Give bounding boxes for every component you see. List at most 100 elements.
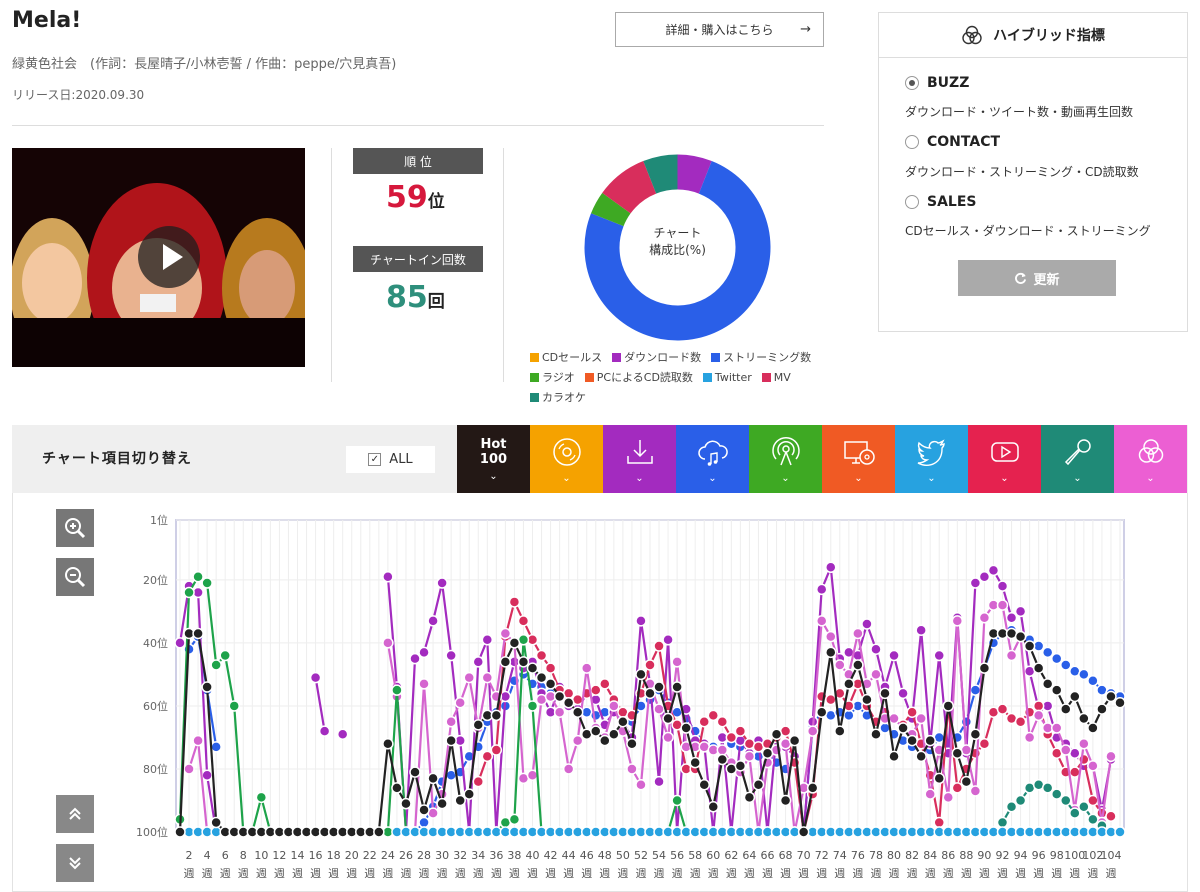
x-tick-unit: 週 [1105,867,1116,880]
data-point [472,719,485,731]
video-thumbnail[interactable] [12,148,305,367]
legend-label: カラオケ [542,391,586,404]
data-point [852,627,864,640]
radio-button[interactable] [905,135,919,149]
data-point [752,778,765,791]
data-point [1078,712,1090,725]
x-tick-label: 42 [544,849,558,862]
all-checkbox[interactable]: ✓ ALL [346,446,435,473]
refresh-button[interactable]: 更新 [958,260,1116,296]
y-tick-label: 80位 [143,762,168,776]
legend-swatch [612,352,622,362]
tab-streaming[interactable]: ⌄ [676,425,749,493]
x-tick-label: 82 [905,849,919,862]
data-point [870,668,882,681]
x-tick-unit: 週 [328,867,339,880]
data-point [951,782,964,794]
data-point [825,693,837,706]
data-point [951,747,964,759]
data-point [580,662,593,674]
x-tick-unit: 週 [184,867,195,880]
tab-download[interactable]: ⌄ [603,425,676,493]
x-tick-unit: 週 [346,867,357,880]
data-point [210,741,222,753]
x-tick-unit: 週 [274,867,285,880]
radio-buzz[interactable]: BUZZ [905,75,969,91]
tab-mv[interactable]: ⌄ [968,425,1041,493]
radio-sales[interactable]: SALES [905,194,977,210]
video-play-icon [990,441,1019,462]
x-tick-label: 30 [435,849,449,862]
chevron-down-icon: ⌄ [708,472,717,484]
data-point [779,794,792,807]
radio-contact[interactable]: CONTACT [905,134,1000,150]
data-point [481,671,494,684]
rank-unit: 位 [427,192,445,212]
data-point [1032,700,1045,712]
hot100-icon: Hot 100 [480,437,507,467]
divider [12,125,824,126]
chart-switch-label: チャート項目切り替え [42,451,192,467]
x-tick-label: 24 [381,849,395,862]
data-point [454,794,466,807]
legend-label: Twitter [714,370,752,384]
data-point [942,700,955,712]
radio-button[interactable] [905,195,919,209]
data-point [987,564,1000,577]
tab-twitter[interactable]: ⌄ [895,425,968,493]
x-tick-unit: 週 [708,867,719,880]
x-tick-label: 14 [291,849,305,862]
x-tick-unit: 週 [852,867,863,880]
data-point [1014,715,1027,728]
hot100-line1: Hot [480,436,507,452]
hybrid-header: ハイブリッド指標 [879,13,1187,58]
chevron-down-icon: ⌄ [854,472,863,484]
data-point [454,697,466,709]
data-point [1060,659,1072,671]
x-tick-label: 36 [489,849,503,862]
x-tick-unit: 週 [762,867,773,880]
data-point [1087,813,1099,826]
data-point [526,700,539,712]
radio-icon [771,436,800,465]
radio-label: SALES [927,194,977,210]
x-tick-unit: 週 [292,867,303,880]
data-point [192,627,204,640]
chevron-down-icon: ⌄ [562,472,571,484]
tab-karaoke[interactable]: ⌄ [1041,425,1114,493]
donut-center-line1: チャート [653,226,702,240]
data-point [996,599,1009,611]
data-point [1014,605,1027,618]
data-point [1050,722,1063,734]
data-point [653,703,665,715]
data-point [210,816,222,829]
hybrid-panel: ハイブリッド指標 BUZZ ダウンロード・ツイート数・動画再生回数 CONTAC… [878,12,1188,332]
x-tick-label: 98 [1050,849,1064,862]
x-tick-unit: 週 [382,867,393,880]
y-tick-label: 100位 [136,825,168,839]
x-tick-label: 32 [453,849,467,862]
tab-hot100[interactable]: Hot 100 ⌄ [457,425,530,493]
data-point [888,750,900,763]
play-icon[interactable] [138,226,200,288]
tab-pc-cd-read[interactable]: ⌄ [822,425,895,493]
data-point [1023,640,1036,652]
x-tick-label: 52 [634,849,648,862]
tab-hybrid[interactable]: ⌄ [1114,425,1187,493]
x-tick-unit: 週 [870,867,881,880]
data-point [418,816,430,829]
radio-button[interactable] [905,76,919,90]
data-point [490,709,503,722]
detail-purchase-label: 詳細・購入はこちら [665,23,774,37]
data-point [1041,782,1054,794]
data-point [382,738,394,750]
tab-radio[interactable]: ⌄ [749,425,822,493]
x-tick-unit: 週 [672,867,683,880]
refresh-label: 更新 [1033,272,1060,288]
tab-cd-sales[interactable]: ⌄ [530,425,603,493]
data-point [201,769,213,782]
detail-purchase-button[interactable]: 詳細・購入はこちら → [615,12,824,47]
rank-history-chart: 1位 20位 40位 60位 80位 100位 2 週 4 週 6 週 8 週 10 週 12 週 14 週 16 週 18… [136,513,1126,880]
checkbox-icon[interactable]: ✓ [368,453,382,466]
data-point [635,668,647,681]
